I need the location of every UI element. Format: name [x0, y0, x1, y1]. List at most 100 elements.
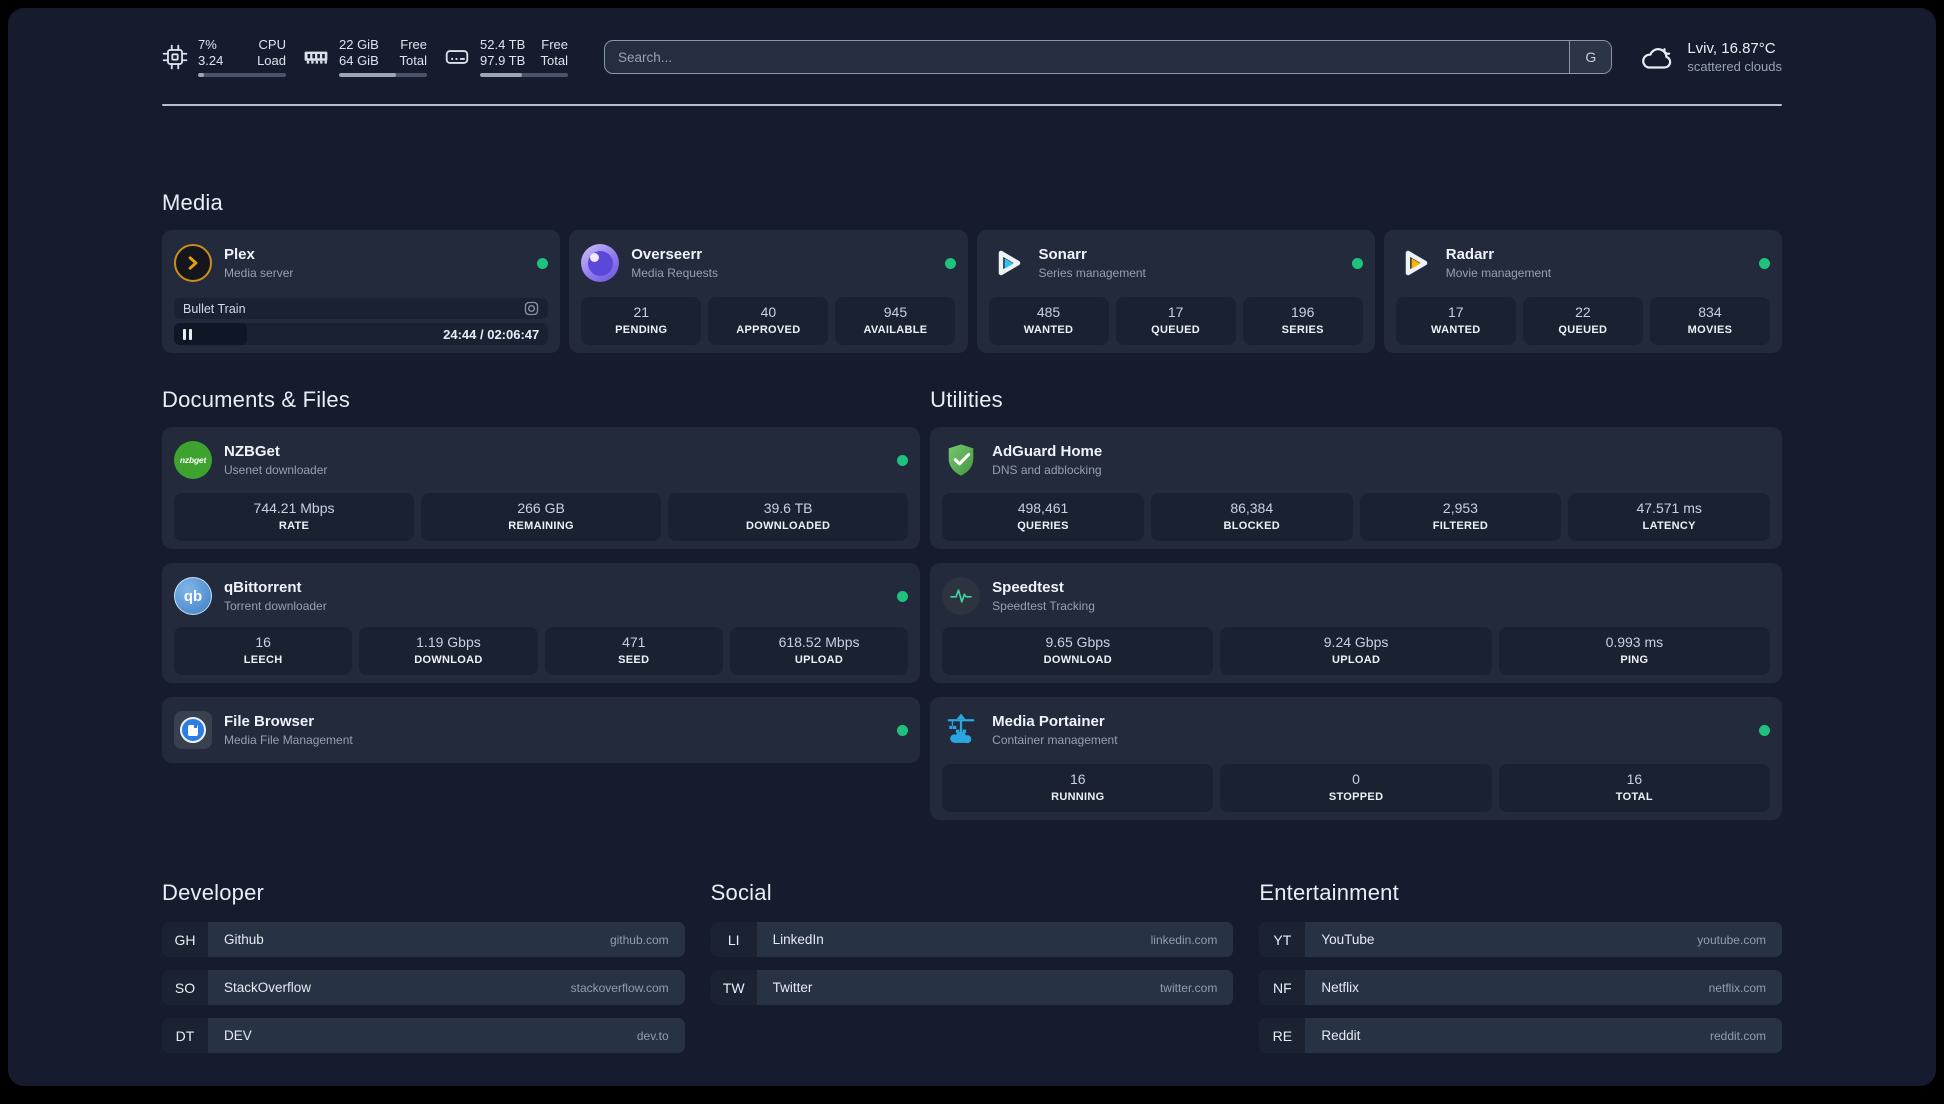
- playback-time: 24:44 / 02:06:47: [443, 326, 540, 342]
- weather-condition: scattered clouds: [1687, 59, 1782, 74]
- cpu-widget: 7% CPU 3.24 Load: [162, 37, 286, 77]
- disk-free-label: Free: [541, 37, 568, 52]
- stat-upload: 618.52 Mbps UPLOAD: [729, 627, 909, 675]
- section-title-utilities: Utilities: [930, 387, 1003, 412]
- utilities-column: Utilities AdGuard Home DNS and adblockin…: [930, 387, 1782, 820]
- qbittorrent-icon: qb: [174, 577, 212, 615]
- service-description: Container management: [992, 733, 1118, 747]
- service-name: Sonarr: [1038, 246, 1087, 263]
- status-dot: [897, 724, 909, 736]
- media-grid: Plex Media server Bullet Train 24:44 / 0…: [162, 230, 1782, 353]
- pause-button[interactable]: [174, 323, 247, 345]
- service-card-portainer[interactable]: Media Portainer Container management 16 R…: [930, 697, 1782, 820]
- top-bar: 7% CPU 3.24 Load 22 GiB Free 64 GiB Total: [162, 34, 1782, 80]
- service-card-plex[interactable]: Plex Media server Bullet Train 24:44 / 0…: [162, 230, 561, 353]
- playback-progress-bar: 24:44 / 02:06:47: [174, 323, 549, 345]
- service-card-qbittorrent[interactable]: qb qBittorrent Torrent downloader 16 LEEC…: [162, 563, 921, 683]
- section-title-documents: Documents & Files: [162, 387, 351, 412]
- status-dot: [897, 590, 909, 602]
- now-playing-title: Bullet Train: [183, 301, 246, 316]
- bookmark-group-entertainment: Entertainment YT YouTube youtube.com NF N…: [1259, 880, 1782, 1066]
- plex-icon: [174, 244, 212, 282]
- bookmark-reddit[interactable]: RE Reddit reddit.com: [1259, 1018, 1782, 1053]
- stat-wanted: 17 WANTED: [1395, 297, 1516, 345]
- section-title-entertainment: Entertainment: [1259, 880, 1399, 905]
- service-name: Radarr: [1445, 246, 1495, 263]
- weather-widget: Lviv, 16.87°C scattered clouds: [1638, 39, 1782, 75]
- sonarr-icon: [989, 244, 1027, 282]
- status-dot: [897, 454, 909, 466]
- section-title-media: Media: [162, 190, 223, 215]
- service-name: File Browser: [224, 713, 315, 730]
- plex-now-playing: Bullet Train 24:44 / 02:06:47: [174, 298, 549, 345]
- service-card-overseerr[interactable]: Overseerr Media Requests 21 PENDING 40 APP…: [569, 230, 968, 353]
- ram-progress-bar: [339, 73, 427, 77]
- disk-widget: 52.4 TB Free 97.9 TB Total: [444, 37, 568, 77]
- bookmark-abbr: NF: [1259, 970, 1306, 1005]
- bookmark-domain: github.com: [609, 932, 669, 947]
- service-card-adguard[interactable]: AdGuard Home DNS and adblocking 498,461 Q…: [930, 427, 1782, 549]
- service-name: Overseerr: [631, 246, 703, 263]
- service-card-nzbget[interactable]: nzbget NZBGet Usenet downloader 744.21 M…: [162, 427, 921, 549]
- nzbget-icon: nzbget: [174, 441, 212, 479]
- stat-approved: 40 APPROVED: [708, 297, 829, 345]
- bookmark-abbr: SO: [162, 970, 208, 1005]
- disk-total-value: 97.9 TB: [480, 53, 526, 68]
- bookmark-linkedin[interactable]: LI LinkedIn linkedin.com: [710, 922, 1234, 957]
- service-card-sonarr[interactable]: Sonarr Series management 485 WANTED 17 QUE…: [976, 230, 1375, 353]
- status-dot: [537, 257, 549, 269]
- disk-progress-bar: [480, 73, 568, 77]
- search-bar: G: [604, 40, 1613, 74]
- stat-queued: 17 QUEUED: [1115, 297, 1236, 345]
- service-card-radarr[interactable]: Radarr Movie management 17 WANTED 22 QUEUE…: [1383, 230, 1782, 353]
- bookmark-abbr: LI: [710, 922, 757, 957]
- search-input[interactable]: [605, 41, 1570, 73]
- status-dot: [1351, 257, 1363, 269]
- stat-stopped: 0 STOPPED: [1220, 764, 1492, 812]
- bookmark-name: Twitter: [772, 980, 813, 995]
- ram-total-label: Total: [399, 53, 427, 68]
- bookmark-abbr: GH: [162, 922, 208, 957]
- bookmark-domain: twitter.com: [1159, 980, 1218, 995]
- service-description: Media File Management: [224, 733, 353, 747]
- disk-total-label: Total: [540, 53, 568, 68]
- portainer-icon: [942, 711, 980, 749]
- service-card-speedtest[interactable]: Speedtest Speedtest Tracking 9.65 Gbps DO…: [930, 563, 1782, 683]
- bookmark-stackoverflow[interactable]: SO StackOverflow stackoverflow.com: [162, 970, 685, 1005]
- bookmark-name: Reddit: [1321, 1028, 1361, 1043]
- stat-download: 9.65 Gbps DOWNLOAD: [942, 627, 1214, 675]
- service-description: Media server: [224, 266, 294, 280]
- bookmark-name: LinkedIn: [772, 932, 824, 947]
- section-title-developer: Developer: [162, 880, 265, 905]
- speedtest-icon: [942, 577, 981, 615]
- bookmark-group-social: Social LI LinkedIn linkedin.com TW Twitte…: [710, 880, 1234, 1018]
- bookmark-abbr: DT: [162, 1018, 208, 1053]
- bookmark-twitter[interactable]: TW Twitter twitter.com: [710, 970, 1234, 1005]
- header-divider: [162, 104, 1782, 106]
- stat-queries: 498,461 QUERIES: [942, 493, 1144, 541]
- bookmark-name: StackOverflow: [224, 980, 312, 995]
- bookmark-name: Netflix: [1321, 980, 1359, 995]
- bookmark-netflix[interactable]: NF Netflix netflix.com: [1259, 970, 1782, 1005]
- bookmark-abbr: RE: [1259, 1018, 1306, 1053]
- bookmark-group-developer: Developer GH Github github.com SO StackOv…: [162, 880, 685, 1066]
- stat-download: 1.19 Gbps DOWNLOAD: [359, 627, 538, 675]
- stat-running: 16 RUNNING: [942, 764, 1214, 812]
- bookmark-dev[interactable]: DT DEV dev.to: [162, 1018, 685, 1053]
- service-description: Series management: [1038, 266, 1146, 280]
- bookmark-youtube[interactable]: YT YouTube youtube.com: [1259, 922, 1782, 957]
- service-name: Media Portainer: [992, 713, 1105, 730]
- cloud-icon: [1642, 48, 1672, 69]
- service-card-filebrowser[interactable]: File Browser Media File Management: [162, 697, 921, 763]
- bookmark-domain: reddit.com: [1709, 1028, 1766, 1043]
- ram-free-label: Free: [400, 37, 427, 52]
- section-title-social: Social: [710, 880, 772, 905]
- stat-ping: 0.993 ms PING: [1498, 627, 1770, 675]
- bookmark-github[interactable]: GH Github github.com: [162, 922, 685, 957]
- bookmark-domain: netflix.com: [1708, 980, 1766, 995]
- status-dot: [944, 257, 956, 269]
- stat-series: 196 SERIES: [1242, 297, 1363, 345]
- bookmark-name: Github: [224, 932, 264, 947]
- stat-latency: 47.571 ms LATENCY: [1568, 493, 1771, 541]
- search-provider-button[interactable]: G: [1569, 41, 1612, 73]
